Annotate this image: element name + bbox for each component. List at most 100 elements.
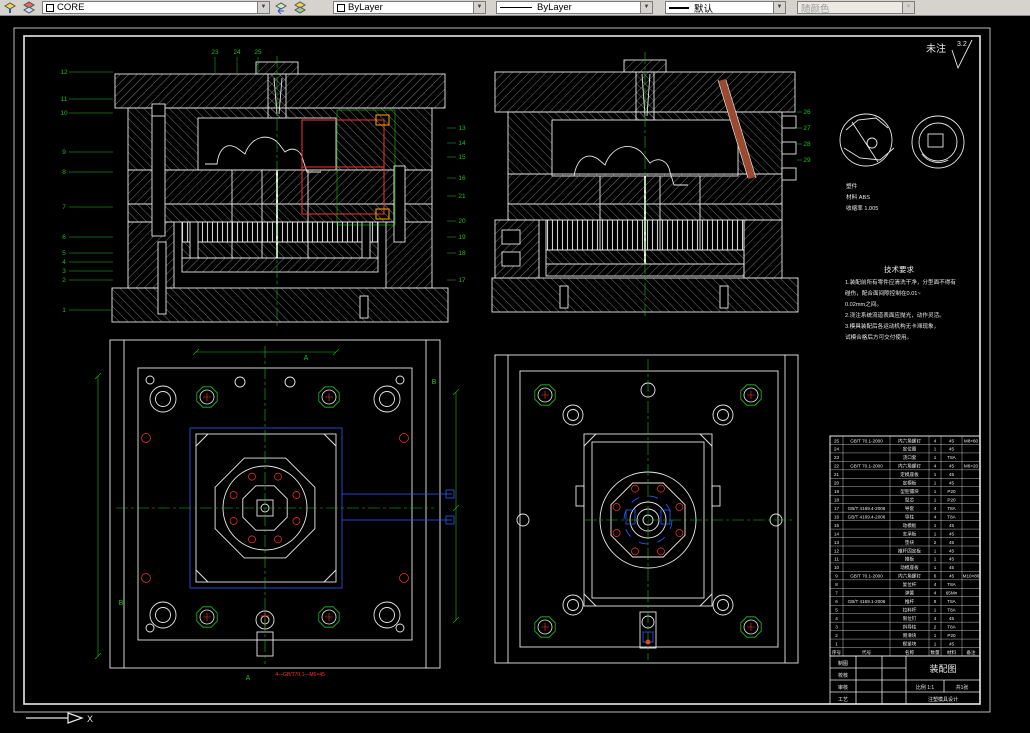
- balloon-label: 25: [254, 49, 262, 56]
- drawing-org: 注塑模具设计: [928, 696, 958, 703]
- parts-table-cell: 16: [834, 514, 840, 519]
- parts-table-cell: 浇口套: [903, 454, 917, 461]
- parts-table-cell: T8A: [947, 582, 956, 587]
- parts-table-cell: T8A: [947, 506, 956, 511]
- tech-note-line: 试模合格后方可交付使用。: [845, 333, 912, 341]
- parts-table-cell: 序号: [832, 649, 842, 656]
- balloon-label: 29: [803, 157, 811, 164]
- parts-table-cell: 13: [834, 540, 840, 545]
- parts-table-cell: T8A: [947, 514, 956, 519]
- layer-states-icon[interactable]: [292, 1, 308, 14]
- layer-color-chip: [46, 4, 54, 12]
- plotstyle-combo: 随颜色 ▼: [797, 1, 915, 14]
- ejector-pin-circle: [658, 485, 665, 492]
- parts-table-cell: 1: [934, 497, 937, 502]
- parts-table-cell: 1: [934, 523, 937, 528]
- ejector-pin-circle: [632, 548, 639, 555]
- make-object-layer-current-icon[interactable]: [2, 1, 18, 14]
- ejector-pin-circle: [275, 536, 282, 543]
- ejector-pin-circle: [249, 536, 256, 543]
- parts-table-cell: P20: [947, 489, 956, 494]
- parts-table-cell: 14: [834, 531, 840, 536]
- parts-table-cell: 4: [934, 582, 937, 587]
- bolt-crosshair: [541, 623, 549, 631]
- parts-table-cell: P20: [947, 497, 956, 502]
- title-block-text: 制图 校核 审核 工艺 装配图 比例 1:1 共1张 注塑模具设计: [838, 660, 968, 703]
- parts-table-cell: 导柱: [905, 513, 915, 520]
- surface-finish-label: 未注: [926, 42, 946, 55]
- part-detail-views: [840, 114, 964, 168]
- color-combo[interactable]: ByLayer ▼: [333, 1, 486, 14]
- parts-table-cell: 导套: [905, 505, 915, 512]
- parts-table-cell: 斜导柱: [903, 623, 917, 630]
- parts-table-cell: 推杆固定板: [898, 547, 921, 554]
- parts-table-cell: 内六角螺钉: [898, 463, 921, 470]
- parts-table-cell: 9: [835, 574, 838, 579]
- parts-table-cell: 定位圈: [903, 446, 917, 453]
- parts-table-cell: 45: [949, 557, 955, 562]
- parts-table-cell: 楔紧块: [903, 640, 917, 647]
- parts-table-cell: 弹簧: [905, 590, 915, 597]
- parts-table-cell: 限位钉: [903, 615, 917, 622]
- plotstyle-combo-arrow: ▼: [902, 2, 914, 13]
- parts-table-cell: 15: [834, 523, 840, 528]
- parts-table-cell: 45: [949, 472, 955, 477]
- linetype-combo-arrow[interactable]: ▼: [640, 2, 652, 13]
- parts-table-cell: GB/T 4169.1-2006: [848, 599, 886, 604]
- balloon-label: 13: [458, 125, 466, 132]
- drawing-scale: 比例 1:1: [916, 684, 935, 691]
- section-letter-a-top: A: [304, 355, 309, 362]
- bolt-crosshair: [747, 391, 755, 399]
- parts-table-cell: 7: [835, 591, 838, 596]
- drawing-canvas[interactable]: 未注 3.2: [0, 16, 1030, 733]
- parts-table-cell: M8×60: [964, 438, 979, 443]
- parts-table-cell: 2: [934, 624, 937, 629]
- lineweight-combo-arrow[interactable]: ▼: [773, 2, 785, 13]
- lineweight-combo[interactable]: 默认 ▼: [665, 1, 786, 14]
- tech-note-line: 0.02mm之间。: [845, 300, 882, 308]
- parts-table-cell: 45: [949, 447, 955, 452]
- parts-table-cell: 4: [835, 616, 838, 621]
- parts-table-cell: T8A: [947, 607, 956, 612]
- section-letter-b-left: B: [119, 600, 124, 607]
- parts-table-cell: 名称: [905, 649, 915, 656]
- parts-table-cell: M10×80: [963, 574, 980, 579]
- surface-finish-note: 未注 3.2: [926, 40, 972, 68]
- layer-combo[interactable]: CORE ▼: [42, 1, 270, 14]
- parts-table-cell: 1: [934, 489, 937, 494]
- layer-combo-arrow[interactable]: ▼: [257, 2, 269, 13]
- parts-table-cell: T8A: [947, 599, 956, 604]
- object-properties-toolbar: CORE ▼ ByLayer ▼ ByLayer ▼ 默认 ▼ 随颜色 ▼: [0, 0, 1030, 16]
- parts-table-cell: GB/T 70.1-2000: [850, 574, 883, 579]
- tech-note-line: 2.浇注系统流道表面应抛光，动作灵活。: [845, 311, 945, 319]
- parts-table-cell: 推杆: [905, 598, 915, 605]
- parts-table-cell: GB/T 70.1-2000: [850, 438, 883, 443]
- color-combo-arrow[interactable]: ▼: [473, 2, 485, 13]
- section-view-front: [112, 62, 448, 322]
- tech-note-line: 3.模具装配后各运动机构无卡滞现象，: [845, 322, 939, 330]
- parts-table-cell: 2: [835, 633, 838, 638]
- balloon-label: 24: [233, 49, 241, 56]
- ucs-icon: X: [26, 713, 93, 724]
- ejector-pin-circle: [658, 548, 665, 555]
- ejector-pin-circle: [230, 518, 237, 525]
- linetype-combo[interactable]: ByLayer ▼: [496, 1, 653, 14]
- layer-previous-icon[interactable]: [273, 1, 289, 14]
- balloon-label: 14: [458, 140, 466, 147]
- parts-table-cell: 23: [834, 455, 840, 460]
- balloon-label: 28: [803, 141, 811, 148]
- layer-properties-icon[interactable]: [21, 1, 37, 14]
- parts-table-cell: 型腔镶块: [900, 488, 919, 495]
- ejector-pin-circle: [249, 473, 256, 480]
- parts-table-cell: 17: [834, 506, 840, 511]
- balloon-label: 12: [60, 69, 68, 76]
- parts-table-cell: 定模板: [903, 480, 917, 487]
- parts-table-cell: 8: [934, 599, 937, 604]
- red-details-left: [142, 434, 409, 629]
- parts-table-cell: GB/T 4169.4-2006: [848, 514, 886, 519]
- parts-table-cell: GB/T 70.1-2000: [850, 464, 883, 469]
- balloon-label: 7: [62, 204, 66, 211]
- parts-table-cell: 1: [934, 565, 937, 570]
- parts-table-cell: T8A: [947, 624, 956, 629]
- parts-table-cell: 22: [834, 464, 840, 469]
